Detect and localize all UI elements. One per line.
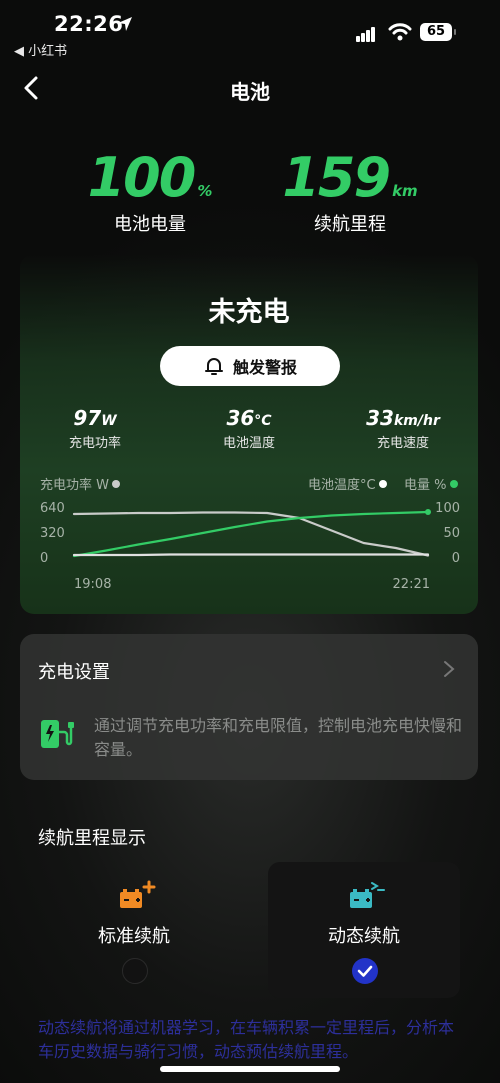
status-bar: 22:26 ◀ 小红书 65 [0, 0, 500, 60]
left-axis-tick: 320 [40, 526, 65, 541]
range-stat: 159 km 续航里程 [260, 148, 440, 236]
legend-temp: 电池温度°C [308, 474, 387, 493]
battery-temp-value: 36 [226, 406, 255, 430]
legend-power-label: 充电功率 W [40, 478, 109, 493]
range-option-standard-radio[interactable] [122, 958, 148, 984]
x-axis-tick-start: 19:08 [74, 577, 111, 592]
charging-power-unit: W [101, 413, 117, 429]
range-option-standard-label: 标准续航 [98, 926, 170, 947]
battery-plus-icon [120, 880, 156, 908]
charging-power-label: 充电功率 [68, 436, 121, 451]
legend-level: 电量 % [404, 474, 458, 493]
battery-history-chart: 640 320 0 100 50 0 19:08 22:21 [40, 501, 460, 592]
range-option-dynamic-radio[interactable] [352, 958, 378, 984]
charging-speed-metric: 33km/hr 充电速度 [328, 406, 478, 451]
range-option-dynamic[interactable]: 动态续航 [268, 862, 460, 998]
charging-station-icon [41, 720, 74, 748]
legend-level-label: 电量 % [404, 478, 447, 493]
left-axis-tick: 640 [40, 501, 65, 516]
battery-level-unit: % [197, 182, 213, 200]
charging-power-metric: 97W 充电功率 [20, 406, 170, 451]
charging-power-value: 97 [73, 406, 102, 430]
trigger-alarm-label: 触发警报 [232, 358, 297, 377]
charging-status-card: 未充电 触发警报 97W 充电功率 36°C 电池温度 33km/hr 充电速度… [20, 254, 478, 614]
charge-settings-title: 充电设置 [38, 662, 110, 683]
range-unit: km [392, 182, 418, 200]
range-value: 159 [282, 146, 391, 209]
charge-settings-card[interactable]: 充电设置 通过调节充电功率和充电限值，控制电池充电快慢和容量。 [20, 634, 478, 780]
charging-speed-unit: km/hr [393, 413, 440, 429]
battery-temp-metric: 36°C 电池温度 [174, 406, 324, 451]
battery-dynamic-icon [350, 882, 385, 908]
legend-level-dot [449, 480, 458, 488]
battery-level-stat: 100% 电池电量 [60, 148, 240, 236]
battery-level-value: 100 [87, 146, 197, 209]
battery-level-label: 电池电量 [114, 214, 186, 235]
back-to-app-link[interactable]: ◀ 小红书 [14, 40, 67, 59]
series-line-0 [72, 511, 430, 557]
charging-speed-value: 33 [366, 406, 394, 430]
right-axis-tick: 100 [435, 501, 460, 516]
legend-temp-dot [378, 480, 387, 488]
range-display-title: 续航里程显示 [38, 828, 146, 849]
range-option-dynamic-label: 动态续航 [328, 926, 400, 947]
trigger-alarm-button[interactable]: 触发警报 [160, 346, 340, 386]
bell-icon [204, 358, 223, 375]
wifi-icon [388, 23, 412, 41]
home-indicator[interactable] [160, 1066, 340, 1072]
charge-state: 未充电 [208, 297, 290, 328]
battery-temp-label: 电池温度 [222, 436, 275, 451]
charge-settings-desc: 通过调节充电功率和充电限值，控制电池充电快慢和容量。 [94, 716, 463, 759]
checkmark-icon [357, 965, 373, 977]
series-line-1 [72, 510, 430, 558]
x-axis-tick-end: 22:21 [393, 577, 430, 592]
range-display-section: 续航里程显示 标准续航 动态续航 [20, 800, 478, 1010]
legend-power-dot [112, 480, 120, 488]
page-title: 电池 [230, 80, 270, 104]
legend-temp-label: 电池温度°C [308, 478, 376, 493]
legend-power: 充电功率 W [40, 474, 120, 493]
cellular-signal-icon [356, 26, 376, 42]
right-axis-tick: 50 [443, 526, 460, 541]
location-arrow-icon [118, 17, 132, 31]
range-option-standard[interactable]: 标准续航 [38, 862, 230, 998]
battery-screen: 22:26 ◀ 小红书 65 电池 100% 电池电量 159 km 续航里程 未… [0, 0, 500, 1083]
range-label: 续航里程 [314, 214, 386, 235]
status-time: 22:26 [54, 12, 124, 36]
left-axis-tick: 0 [40, 551, 48, 566]
series-line-2 [72, 553, 430, 557]
series-endpoint-1 [425, 509, 431, 515]
right-axis-tick: 0 [452, 551, 460, 566]
battery-temp-unit: °C [254, 413, 272, 429]
charging-speed-label: 充电速度 [376, 436, 429, 451]
range-display-desc: 动态续航将通过机器学习，在车辆积累一定里程后，分析本车历史数据与骑行习惯，动态预… [38, 1018, 455, 1061]
battery-level-badge: 65 [420, 23, 456, 41]
chevron-right-icon [444, 661, 455, 677]
